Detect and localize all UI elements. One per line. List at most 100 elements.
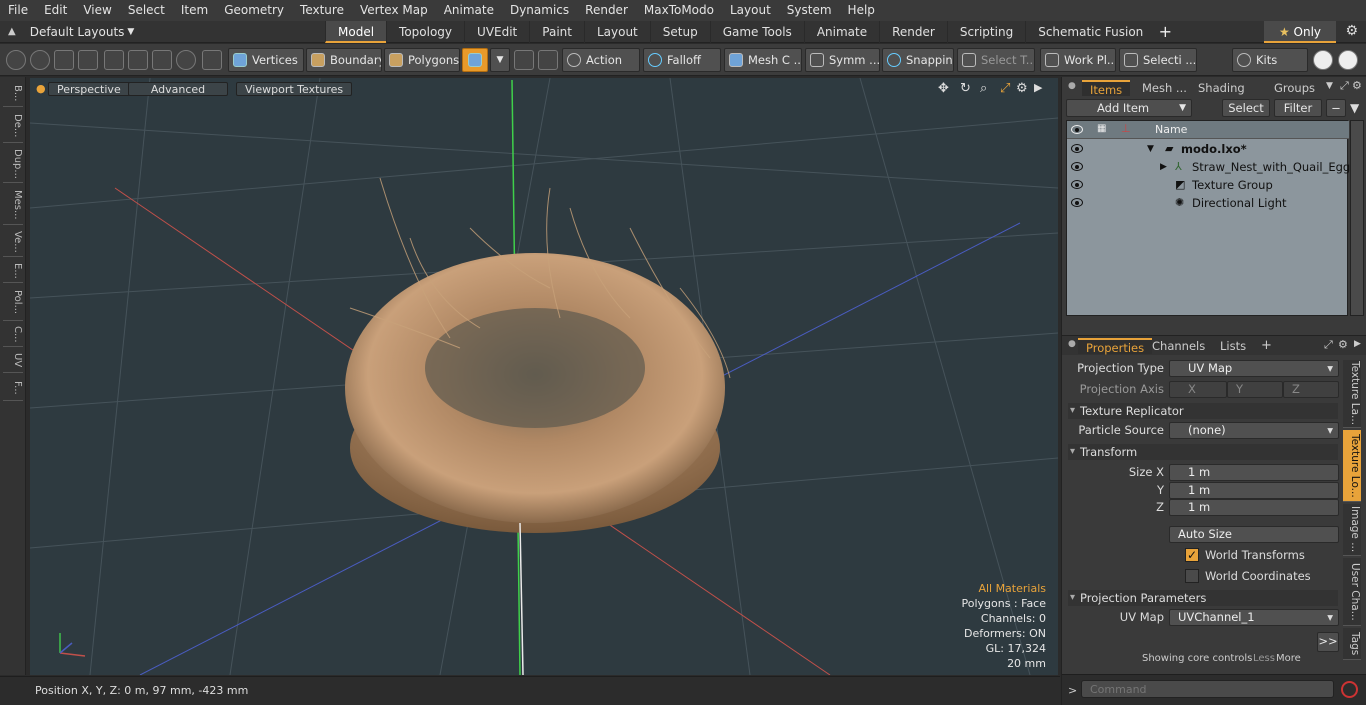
props-expand-icon[interactable]: ⤢ bbox=[1324, 338, 1333, 352]
vtab-texture-layers[interactable]: Texture La... bbox=[1343, 360, 1361, 428]
left-tab-duplicate[interactable]: Dup... bbox=[3, 145, 23, 183]
size-z-field[interactable]: 1 m bbox=[1169, 499, 1339, 516]
tab-properties[interactable]: Properties bbox=[1078, 338, 1153, 355]
items-expand-icon[interactable]: ⤢ bbox=[1340, 79, 1349, 93]
left-tab-edge[interactable]: E... bbox=[3, 259, 23, 283]
select-button[interactable]: Select bbox=[1222, 99, 1270, 117]
viewport-advanced-button[interactable]: Advanced bbox=[128, 82, 228, 96]
item-row-mesh[interactable]: ▶ ⅄ Straw_Nest_with_Quail_Eggs bbox=[1067, 158, 1356, 176]
boundary-button[interactable]: Boundary bbox=[306, 48, 382, 72]
viewport-gear-icon[interactable]: ⚙ bbox=[1016, 81, 1028, 96]
vtab-image[interactable]: Image ... bbox=[1343, 504, 1361, 556]
command-input[interactable] bbox=[1081, 680, 1334, 698]
kits-button[interactable]: Kits bbox=[1232, 48, 1308, 72]
menu-edit[interactable]: Edit bbox=[36, 0, 75, 21]
action-center-button[interactable]: Action bbox=[562, 48, 640, 72]
size-x-field[interactable]: 1 m bbox=[1169, 464, 1339, 481]
menu-texture[interactable]: Texture bbox=[292, 0, 352, 21]
center-icon[interactable] bbox=[128, 50, 148, 70]
brush-icon[interactable] bbox=[78, 50, 98, 70]
uv-map-dropdown[interactable]: UVChannel_1 bbox=[1169, 609, 1339, 626]
settings-sphere-2-icon[interactable] bbox=[538, 50, 558, 70]
tab-items[interactable]: Items bbox=[1082, 80, 1131, 97]
props-menu-icon[interactable]: ● bbox=[1068, 339, 1076, 349]
pie-icon[interactable] bbox=[176, 50, 196, 70]
eye-icon[interactable] bbox=[1071, 162, 1083, 171]
left-tab-uv[interactable]: UV bbox=[3, 349, 23, 373]
name-column-header[interactable]: Name bbox=[1155, 123, 1187, 136]
menu-render[interactable]: Render bbox=[577, 0, 636, 21]
collapse-arrow-icon[interactable]: ▶ bbox=[1160, 158, 1167, 176]
tab-render[interactable]: Render bbox=[879, 20, 947, 43]
pen-icon[interactable] bbox=[54, 50, 74, 70]
item-row-texture-group[interactable]: ◩ Texture Group bbox=[1067, 176, 1349, 194]
left-tab-vertex[interactable]: Ve... bbox=[3, 227, 23, 257]
more-controls-link[interactable]: More bbox=[1276, 653, 1301, 664]
tab-topology[interactable]: Topology bbox=[386, 20, 464, 43]
tab-schematic-fusion[interactable]: Schematic Fusion bbox=[1025, 20, 1155, 43]
viewport-perspective-button[interactable]: Perspective bbox=[48, 82, 130, 96]
menu-help[interactable]: Help bbox=[840, 0, 883, 21]
items-gear-icon[interactable]: ⚙ bbox=[1352, 79, 1362, 92]
layout-selector[interactable]: ▲ Default Layouts ▼ bbox=[0, 21, 325, 43]
projection-axis-z[interactable]: Z bbox=[1283, 381, 1339, 398]
item-list-scrollbar[interactable] bbox=[1350, 120, 1364, 316]
props-gear-icon[interactable]: ⚙ bbox=[1338, 338, 1348, 351]
move-view-icon[interactable]: ✥ bbox=[938, 81, 949, 96]
3d-viewport[interactable]: ● Perspective Advanced Viewport Textures… bbox=[30, 78, 1058, 675]
world-coordinates-checkbox[interactable] bbox=[1185, 569, 1199, 583]
mesh-constraints-button[interactable]: Mesh C ... bbox=[724, 48, 802, 72]
vtab-user-channels[interactable]: User Cha... bbox=[1343, 558, 1361, 626]
collapse-icon[interactable]: − bbox=[1326, 99, 1346, 117]
cube-shade-icon[interactable] bbox=[202, 50, 222, 70]
only-button[interactable]: ★ Only bbox=[1264, 21, 1336, 43]
menu-item[interactable]: Item bbox=[173, 0, 216, 21]
menu-vertex-map[interactable]: Vertex Map bbox=[352, 0, 436, 21]
circle-select-icon[interactable] bbox=[6, 50, 26, 70]
unreal-icon[interactable] bbox=[1338, 50, 1358, 70]
tab-channels[interactable]: Channels bbox=[1144, 338, 1213, 354]
texture-replicator-section[interactable]: Texture Replicator bbox=[1068, 403, 1338, 419]
selection-sets-button[interactable]: Selecti ... bbox=[1119, 48, 1197, 72]
menu-file[interactable]: File bbox=[0, 0, 36, 21]
left-tab-curve[interactable]: C... bbox=[3, 323, 23, 347]
tab-model[interactable]: Model bbox=[325, 20, 387, 43]
vertices-button[interactable]: Vertices bbox=[228, 48, 304, 72]
expand-arrow-icon[interactable]: ▼ bbox=[1147, 140, 1154, 158]
size-y-field[interactable]: 1 m bbox=[1169, 482, 1339, 499]
panel-menu-icon[interactable]: ● bbox=[1068, 81, 1076, 91]
eye-icon[interactable] bbox=[1071, 144, 1083, 153]
viewport-more-icon[interactable]: ▶ bbox=[1034, 81, 1042, 94]
left-tab-deform[interactable]: De... bbox=[3, 109, 23, 143]
unity-icon[interactable] bbox=[1313, 50, 1333, 70]
eye-icon[interactable] bbox=[1071, 198, 1083, 207]
item-mode-button[interactable] bbox=[462, 48, 488, 72]
rotate-view-icon[interactable]: ↻ bbox=[960, 81, 971, 96]
work-plane-button[interactable]: Work Pl... bbox=[1040, 48, 1116, 72]
align-icon[interactable] bbox=[104, 50, 124, 70]
tab-setup[interactable]: Setup bbox=[649, 20, 710, 43]
particle-source-dropdown[interactable]: (none) bbox=[1169, 422, 1339, 439]
item-row-light[interactable]: ✺ Directional Light bbox=[1067, 194, 1349, 212]
tab-uvedit[interactable]: UVEdit bbox=[464, 20, 529, 43]
filter-button[interactable]: Filter bbox=[1274, 99, 1322, 117]
mode-dropdown[interactable]: ▼ bbox=[490, 48, 510, 72]
snapping-button[interactable]: Snapping bbox=[882, 48, 954, 72]
polygons-button[interactable]: Polygons bbox=[384, 48, 460, 72]
tab-lists[interactable]: Lists bbox=[1212, 338, 1254, 354]
props-more-icon[interactable]: ▶ bbox=[1354, 339, 1361, 349]
world-transforms-checkbox[interactable]: ✓ bbox=[1185, 548, 1199, 562]
less-controls-link[interactable]: Less bbox=[1253, 653, 1275, 664]
left-tab-mesh-edit[interactable]: Mes... bbox=[3, 185, 23, 225]
auto-size-button[interactable]: Auto Size bbox=[1169, 526, 1339, 543]
tab-scripting[interactable]: Scripting bbox=[946, 20, 1025, 43]
select-through-button[interactable]: Select T... bbox=[957, 48, 1035, 72]
tab-game-tools[interactable]: Game Tools bbox=[709, 20, 804, 43]
menu-geometry[interactable]: Geometry bbox=[216, 0, 292, 21]
menu-maxtomodo[interactable]: MaxToModo bbox=[636, 0, 722, 21]
tab-groups[interactable]: Groups bbox=[1266, 80, 1323, 96]
viewport-textures-button[interactable]: Viewport Textures bbox=[236, 82, 353, 96]
settings-sphere-icon[interactable] bbox=[514, 50, 534, 70]
tab-layout[interactable]: Layout bbox=[583, 20, 650, 43]
eye-icon[interactable] bbox=[1071, 180, 1083, 189]
